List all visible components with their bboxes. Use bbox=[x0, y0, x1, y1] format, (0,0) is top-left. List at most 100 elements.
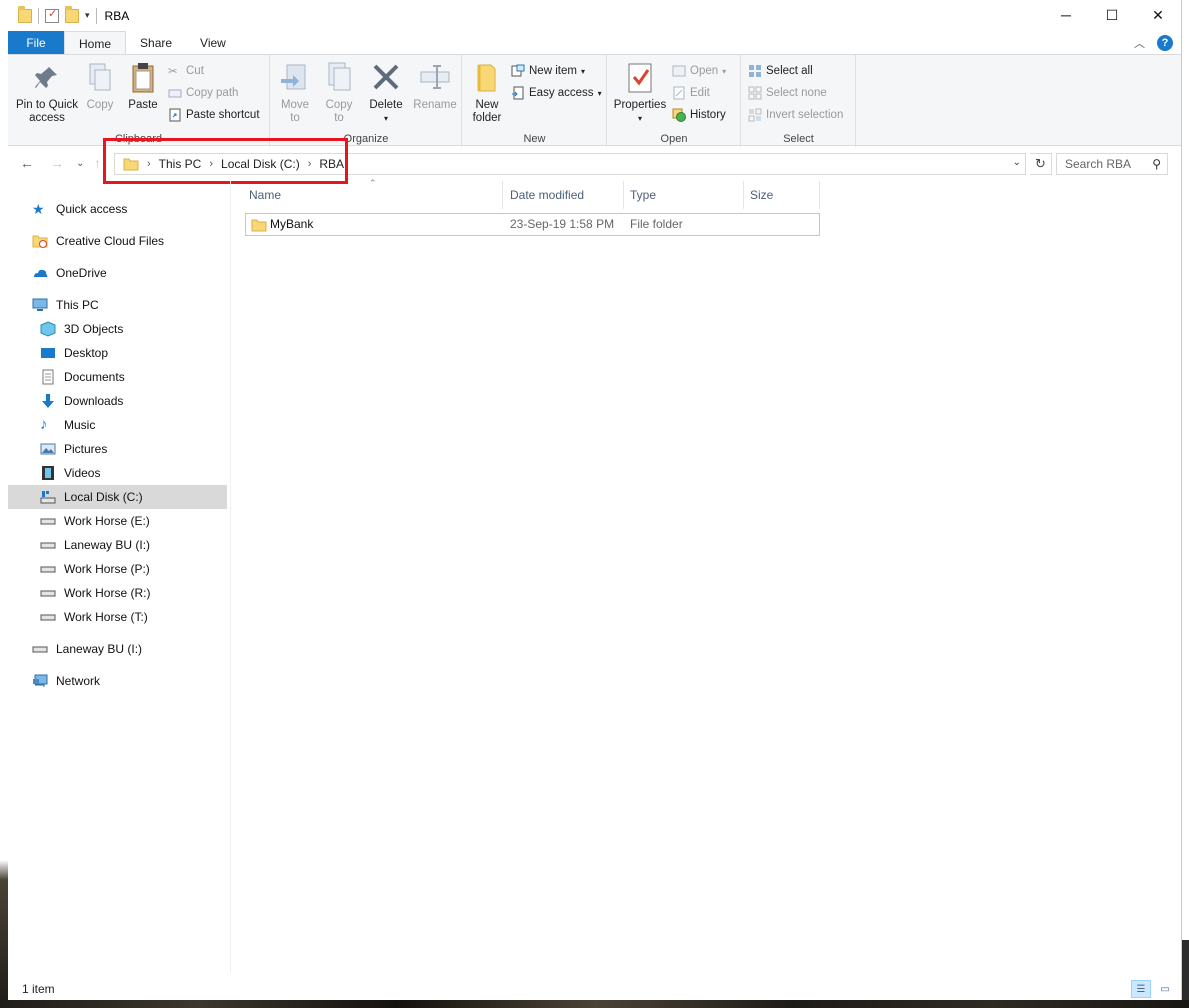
nav-music[interactable]: ♪ Music bbox=[40, 413, 259, 437]
nav-desktop[interactable]: Desktop bbox=[40, 341, 259, 365]
move-to-button[interactable]: Move to bbox=[277, 61, 313, 125]
refresh-icon[interactable]: ↻ bbox=[1030, 153, 1052, 175]
drive-icon bbox=[40, 609, 56, 625]
film-icon bbox=[40, 465, 56, 481]
paste-button[interactable]: Paste bbox=[124, 61, 162, 112]
properties-button[interactable]: Properties ▾ bbox=[612, 61, 668, 125]
folder-icon bbox=[18, 5, 32, 23]
move-to-icon bbox=[279, 61, 311, 95]
rename-button[interactable]: Rename bbox=[413, 61, 457, 112]
column-header-name[interactable]: Name bbox=[243, 181, 503, 209]
select-none-button[interactable]: Select none bbox=[748, 83, 827, 103]
nav-quick-access[interactable]: ★ Quick access bbox=[32, 197, 251, 221]
back-arrow-icon[interactable]: ← bbox=[20, 155, 34, 171]
tab-view[interactable]: View bbox=[186, 31, 240, 55]
nav-3d-objects[interactable]: 3D Objects bbox=[40, 317, 259, 341]
copy-button[interactable]: Copy bbox=[82, 61, 118, 112]
help-icon[interactable]: ? bbox=[1157, 35, 1173, 51]
paste-icon bbox=[127, 61, 159, 95]
large-icons-view-icon[interactable]: ▭ bbox=[1155, 980, 1175, 998]
tab-share[interactable]: Share bbox=[126, 31, 186, 55]
minimize-ribbon-chevron-icon[interactable]: ︿ bbox=[1134, 35, 1145, 51]
search-icon: ⚲ bbox=[1152, 157, 1161, 171]
maximize-button[interactable]: ☐ bbox=[1089, 0, 1135, 30]
paste-shortcut-icon bbox=[168, 108, 182, 122]
copy-path-icon bbox=[168, 86, 182, 100]
nav-work-horse-e[interactable]: Work Horse (E:) bbox=[40, 509, 259, 533]
tab-home[interactable]: Home bbox=[64, 31, 127, 55]
new-folder-icon[interactable] bbox=[65, 5, 79, 23]
nav-work-horse-t[interactable]: Work Horse (T:) bbox=[40, 605, 259, 629]
easy-access-button[interactable]: Easy access ▾ bbox=[511, 83, 602, 103]
copy-to-button[interactable]: Copy to bbox=[321, 61, 357, 125]
rename-icon bbox=[419, 61, 451, 95]
history-button[interactable]: History bbox=[672, 105, 726, 125]
nav-network[interactable]: Network bbox=[32, 669, 251, 693]
open-button[interactable]: Open ▾ bbox=[672, 61, 726, 81]
address-dropdown-chevron-icon[interactable]: ⌄ bbox=[1013, 157, 1021, 168]
list-item[interactable]: MyBank 23-Sep-19 1:58 PM File folder bbox=[245, 213, 820, 236]
tab-file[interactable]: File bbox=[8, 31, 64, 55]
window-title: RBA bbox=[104, 8, 130, 23]
column-header-date-modified[interactable]: Date modified bbox=[504, 181, 624, 209]
close-button[interactable]: ✕ bbox=[1135, 0, 1181, 30]
invert-selection-icon bbox=[748, 108, 762, 122]
forward-arrow-icon[interactable]: → bbox=[50, 155, 64, 171]
nav-this-pc[interactable]: This PC bbox=[32, 293, 251, 317]
title-bar: ▾ RBA ─ ☐ ✕ bbox=[8, 0, 1181, 31]
nav-work-horse-p[interactable]: Work Horse (P:) bbox=[40, 557, 259, 581]
window-controls: ─ ☐ ✕ bbox=[1043, 0, 1181, 30]
minimize-button[interactable]: ─ bbox=[1043, 0, 1089, 30]
organize-group: Move to Copy to Delete ▾ Rename Organize bbox=[271, 55, 462, 147]
open-group: Properties ▾ Open ▾ Edit History Open bbox=[608, 55, 741, 147]
cloud-icon bbox=[32, 265, 48, 281]
divider bbox=[95, 7, 97, 24]
nav-downloads[interactable]: Downloads bbox=[40, 389, 259, 413]
customize-toolbar-chevron-icon[interactable]: ▾ bbox=[85, 10, 90, 21]
nav-creative-cloud-files[interactable]: Creative Cloud Files bbox=[32, 229, 251, 253]
scissors-icon: ✂ bbox=[168, 66, 178, 78]
drive-icon bbox=[40, 489, 56, 505]
paste-shortcut-button[interactable]: Paste shortcut bbox=[168, 105, 260, 125]
cut-button[interactable]: ✂ Cut bbox=[168, 61, 204, 81]
nav-local-disk-c[interactable]: Local Disk (C:) bbox=[8, 485, 227, 509]
search-input[interactable]: Search RBA bbox=[1065, 157, 1131, 171]
history-icon bbox=[672, 108, 686, 122]
copy-to-icon bbox=[323, 61, 355, 95]
recent-locations-chevron-icon[interactable]: ⌄ bbox=[76, 158, 84, 169]
select-all-icon bbox=[748, 64, 762, 78]
nav-pictures[interactable]: Pictures bbox=[40, 437, 259, 461]
select-group-label: Select bbox=[783, 133, 814, 145]
copy-path-button[interactable]: Copy path bbox=[168, 83, 238, 103]
invert-selection-button[interactable]: Invert selection bbox=[748, 105, 843, 125]
up-arrow-icon[interactable]: ↑ bbox=[94, 155, 101, 171]
properties-icon[interactable] bbox=[45, 7, 59, 23]
drive-icon bbox=[32, 641, 48, 657]
nav-videos[interactable]: Videos bbox=[40, 461, 259, 485]
ribbon: Pin to Quick access Copy Paste ✂ Cut Copy… bbox=[8, 54, 1181, 147]
new-item-button[interactable]: New item ▾ bbox=[511, 61, 585, 81]
nav-laneway-bu-i[interactable]: Laneway BU (I:) bbox=[40, 533, 259, 557]
select-all-button[interactable]: Select all bbox=[748, 61, 813, 81]
delete-button[interactable]: Delete ▾ bbox=[367, 61, 405, 125]
download-arrow-icon bbox=[40, 393, 56, 409]
file-date-modified: 23-Sep-19 1:58 PM bbox=[510, 217, 615, 231]
nav-work-horse-r[interactable]: Work Horse (R:) bbox=[40, 581, 259, 605]
new-group-label: New bbox=[523, 133, 546, 145]
nav-onedrive[interactable]: OneDrive bbox=[32, 261, 251, 285]
details-view-icon[interactable]: ☰ bbox=[1131, 980, 1151, 998]
select-group: Select all Select none Invert selection … bbox=[742, 55, 856, 147]
edit-button[interactable]: Edit bbox=[672, 83, 710, 103]
star-icon: ★ bbox=[32, 201, 45, 217]
network-icon bbox=[32, 673, 48, 689]
search-box[interactable]: Search RBA ⚲ bbox=[1056, 153, 1168, 175]
desktop-background-bottom bbox=[0, 1000, 1189, 1008]
pin-to-quick-access-button[interactable]: Pin to Quick access bbox=[14, 61, 80, 125]
nav-laneway-bu[interactable]: Laneway BU (I:) bbox=[32, 637, 251, 661]
desktop-icon bbox=[40, 345, 56, 361]
new-folder-button[interactable]: New folder bbox=[467, 61, 507, 125]
column-header-size[interactable]: Size bbox=[744, 181, 820, 209]
nav-documents[interactable]: Documents bbox=[40, 365, 259, 389]
clipboard-group: Pin to Quick access Copy Paste ✂ Cut Copy… bbox=[8, 55, 270, 147]
column-header-type[interactable]: Type bbox=[624, 181, 744, 209]
